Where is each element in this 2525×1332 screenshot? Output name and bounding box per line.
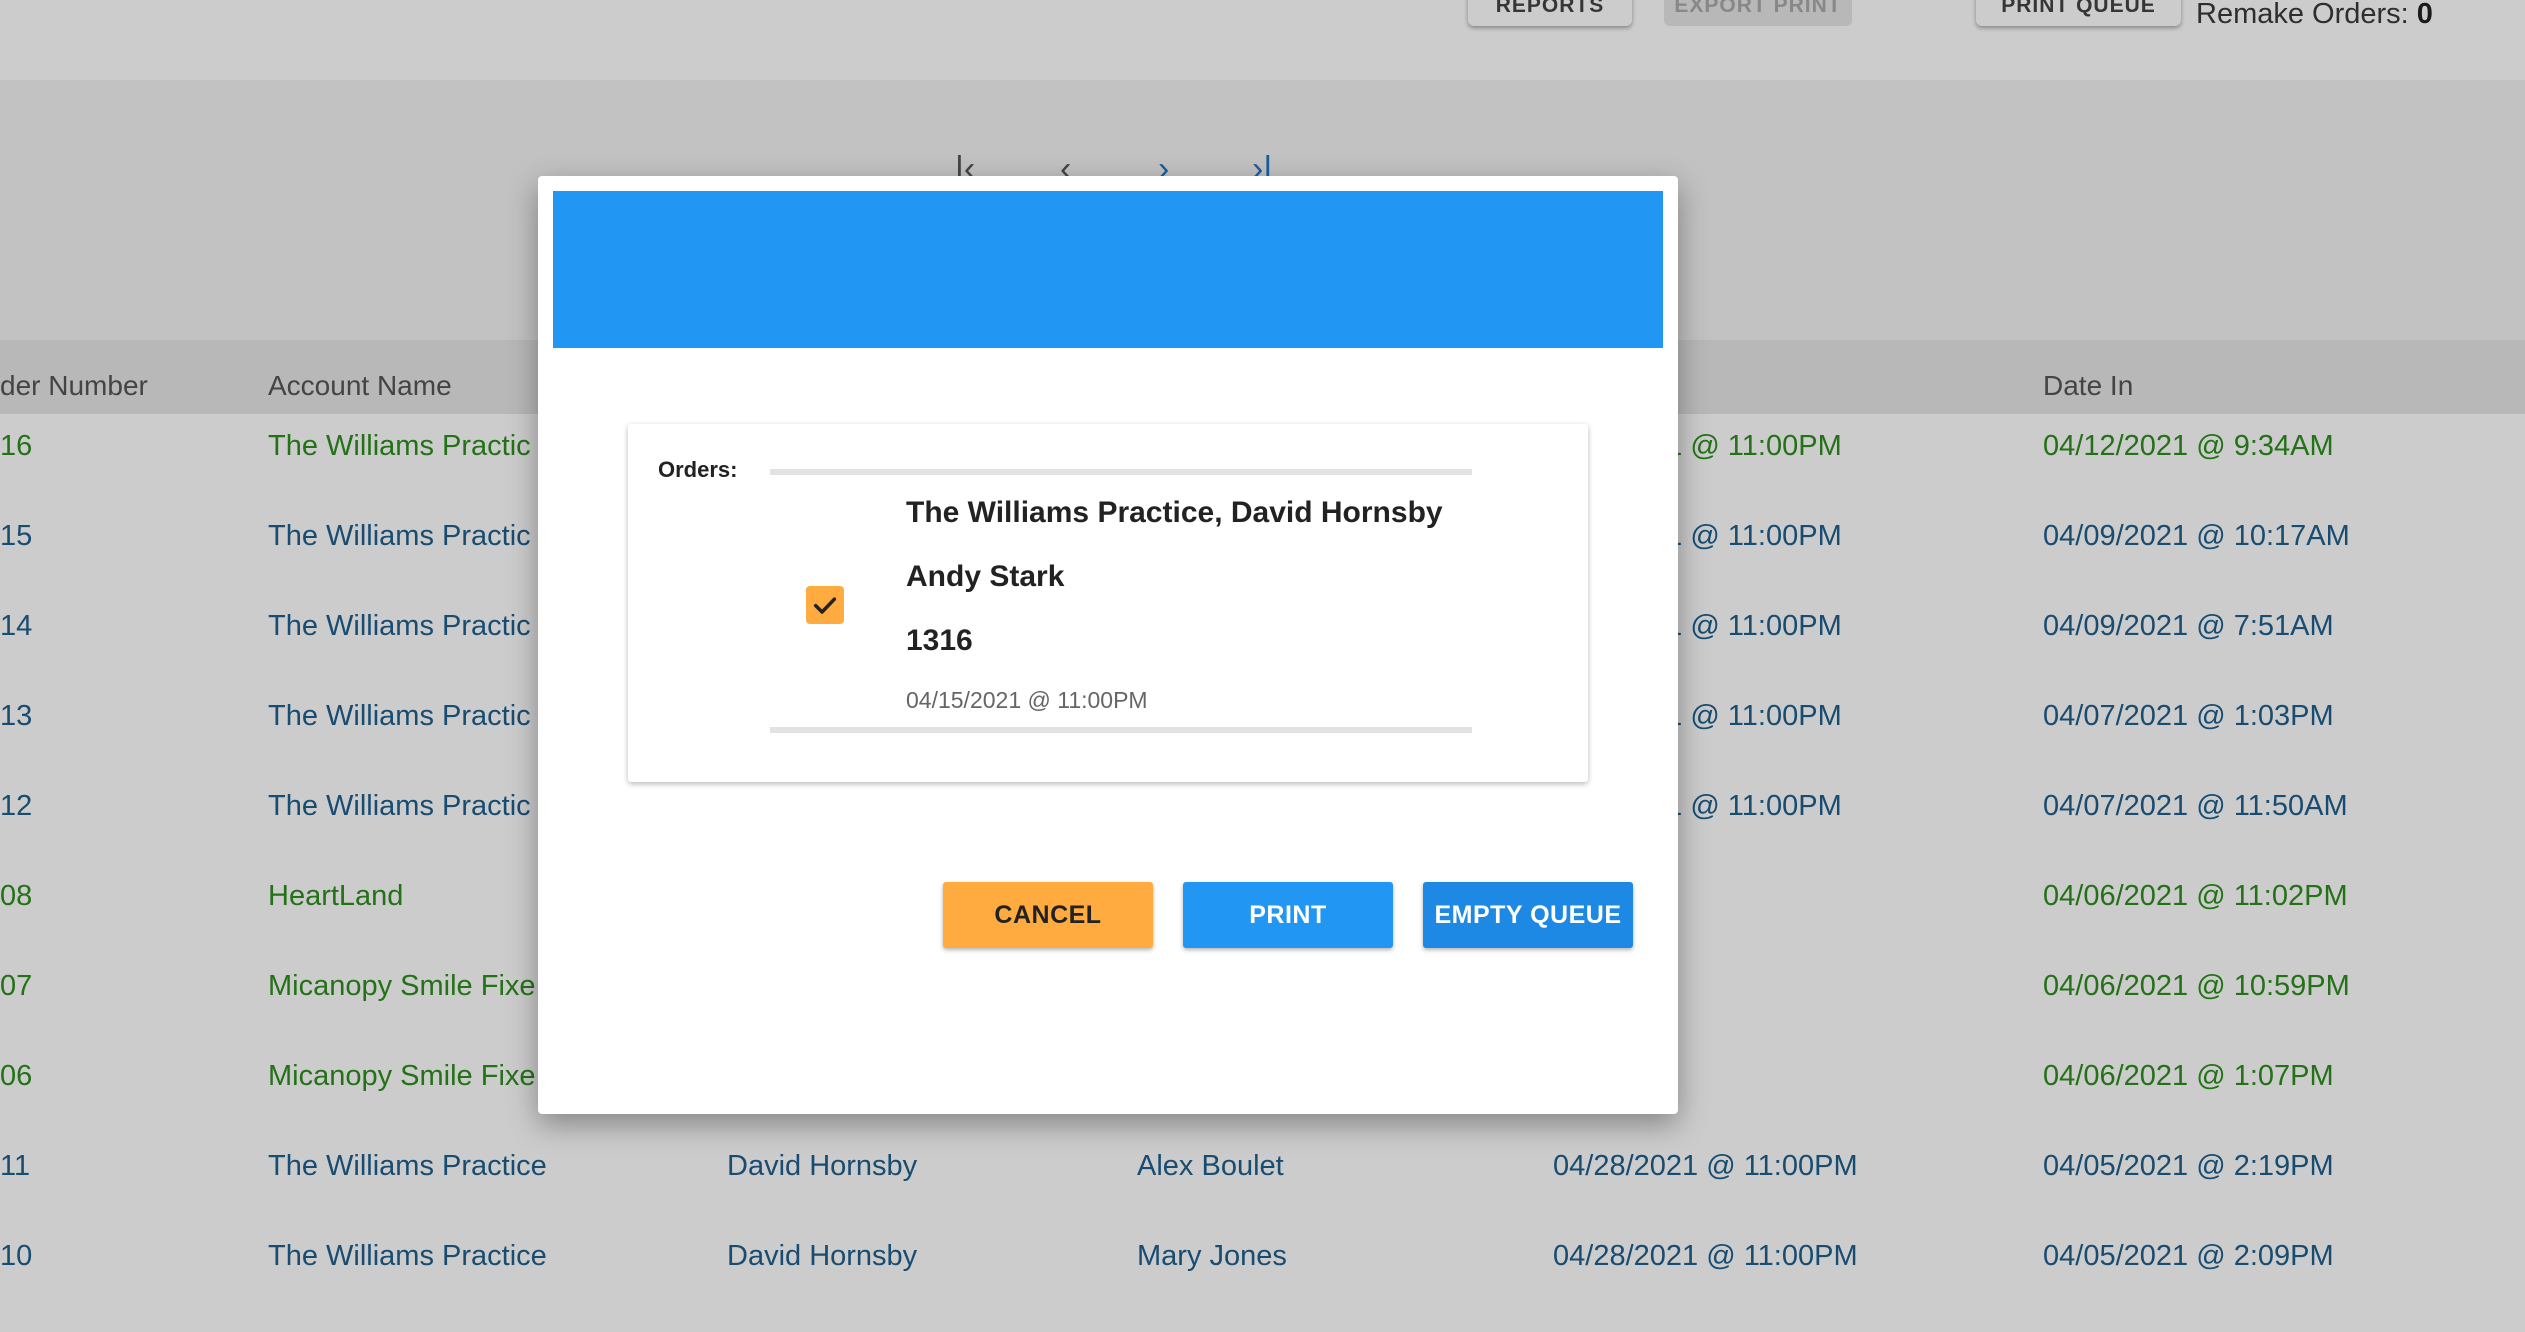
empty-queue-button[interactable]: EMPTY QUEUE [1423,882,1633,948]
order-patient: Andy Stark [906,560,1065,593]
cancel-button[interactable]: CANCEL [943,882,1153,948]
orders-card: Orders: The Williams Practice, David Hor… [628,424,1588,782]
orders-label: Orders: [658,457,738,482]
dialog-header [553,191,1663,348]
divider [770,469,1472,475]
print-queue-dialog: Orders: The Williams Practice, David Hor… [538,176,1678,1114]
print-button[interactable]: PRINT [1183,882,1393,948]
divider [770,727,1472,733]
order-due-date: 04/15/2021 @ 11:00PM [906,687,1148,713]
order-account-doctor: The Williams Practice, David Hornsby [906,496,1443,529]
order-checkbox[interactable] [806,586,844,624]
order-number: 1316 [906,624,973,657]
check-icon [813,597,837,614]
